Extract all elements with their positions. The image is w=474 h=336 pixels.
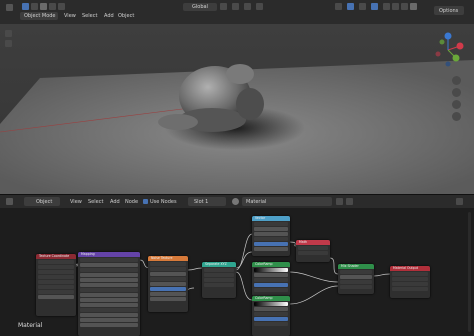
node-header-math: Math — [296, 240, 330, 245]
mode-icon-4[interactable] — [49, 3, 56, 10]
fake-user-icon[interactable] — [336, 198, 343, 205]
node-editor-type-icon[interactable] — [6, 198, 13, 205]
node-texture-coordinate[interactable]: Texture Coordinate — [36, 254, 76, 316]
zoom-icon[interactable] — [452, 76, 461, 85]
monkey-mesh[interactable] — [150, 54, 280, 144]
menu-view[interactable]: View — [64, 13, 76, 19]
material-footer-label: Material — [18, 322, 43, 329]
node-mix-shader[interactable]: Mix Shader — [338, 264, 374, 294]
shading-rendered-icon[interactable] — [410, 3, 417, 10]
shader-type-label: Object — [36, 199, 53, 205]
pan-icon[interactable] — [452, 88, 461, 97]
shading-solid-icon[interactable] — [392, 3, 399, 10]
menu-add[interactable]: Add — [104, 13, 114, 19]
node-colorramp-1[interactable]: ColorRamp — [252, 262, 290, 296]
select-box-icon[interactable] — [22, 3, 29, 10]
options-label: Options — [439, 8, 459, 14]
node-editor-canvas[interactable]: Texture Coordinate Mapping Noise Texture… — [0, 208, 474, 336]
shading-material-icon[interactable] — [401, 3, 408, 10]
transform-orientation-label: Global — [192, 4, 208, 10]
editor-type-icon[interactable] — [6, 4, 13, 11]
proportional-edit-icon[interactable] — [244, 3, 251, 10]
snap-icon[interactable] — [232, 3, 239, 10]
node-vector[interactable]: Vector — [252, 216, 290, 256]
use-nodes-checkbox[interactable] — [143, 199, 148, 204]
overlay-icon[interactable] — [359, 3, 366, 10]
pin-icon[interactable] — [456, 198, 463, 205]
perspective-icon[interactable] — [452, 112, 461, 121]
node-header-texcoord: Texture Coordinate — [36, 254, 76, 259]
cursor-tool-icon[interactable] — [5, 30, 12, 37]
node-math[interactable]: Math — [296, 240, 330, 262]
camera-view-icon[interactable] — [452, 100, 461, 109]
new-material-icon[interactable] — [346, 198, 353, 205]
node-editor-scrollbar[interactable] — [468, 212, 471, 332]
menu-object[interactable]: Object — [118, 13, 134, 19]
node-header-material-output: Material Output — [390, 266, 430, 271]
falloff-icon[interactable] — [256, 3, 263, 10]
node-material-output[interactable]: Material Output — [390, 266, 430, 298]
node-noise-texture[interactable]: Noise Texture — [148, 256, 188, 312]
material-name-label: Material — [246, 199, 267, 205]
gizmo-icon[interactable] — [347, 3, 354, 10]
menu-select[interactable]: Select — [82, 13, 97, 19]
node-menu-add[interactable]: Add — [110, 199, 120, 205]
node-menu-view[interactable]: View — [70, 199, 82, 205]
move-tool-icon[interactable] — [5, 40, 12, 47]
mode-icon-2[interactable] — [31, 3, 38, 10]
node-menu-node[interactable]: Node — [125, 199, 138, 205]
viewport-3d[interactable] — [0, 24, 474, 194]
node-separate-xyz[interactable]: Separate XYZ — [202, 262, 236, 298]
mode-icon-3[interactable] — [40, 3, 47, 10]
mode-icon-5[interactable] — [58, 3, 65, 10]
pivot-icon[interactable] — [220, 3, 227, 10]
node-editor-header: Object View Select Add Node Use Nodes Sl… — [0, 195, 474, 208]
node-colorramp-2[interactable]: ColorRamp — [252, 296, 290, 336]
node-header-colorramp-1: ColorRamp — [252, 262, 290, 267]
node-header-vector: Vector — [252, 216, 290, 221]
visibility-icon[interactable] — [335, 3, 342, 10]
node-header-noise: Noise Texture — [148, 256, 188, 261]
navigation-gizmo[interactable] — [426, 28, 470, 72]
node-menu-select[interactable]: Select — [88, 199, 103, 205]
use-nodes-label: Use Nodes — [150, 199, 177, 205]
viewport-header: Object Mode View Select Add Object Globa… — [0, 0, 474, 24]
xray-icon[interactable] — [371, 3, 378, 10]
node-mapping[interactable]: Mapping — [78, 252, 140, 336]
node-header-colorramp-2: ColorRamp — [252, 296, 290, 301]
node-header-mapping: Mapping — [78, 252, 140, 257]
viewport-toolbar — [4, 28, 14, 88]
node-header-sepxyz: Separate XYZ — [202, 262, 236, 267]
node-header-mix-shader: Mix Shader — [338, 264, 374, 269]
material-sphere-icon[interactable] — [232, 198, 239, 205]
object-mode-label: Object Mode — [24, 13, 56, 19]
slot-label: Slot 1 — [194, 199, 209, 205]
shading-wire-icon[interactable] — [383, 3, 390, 10]
